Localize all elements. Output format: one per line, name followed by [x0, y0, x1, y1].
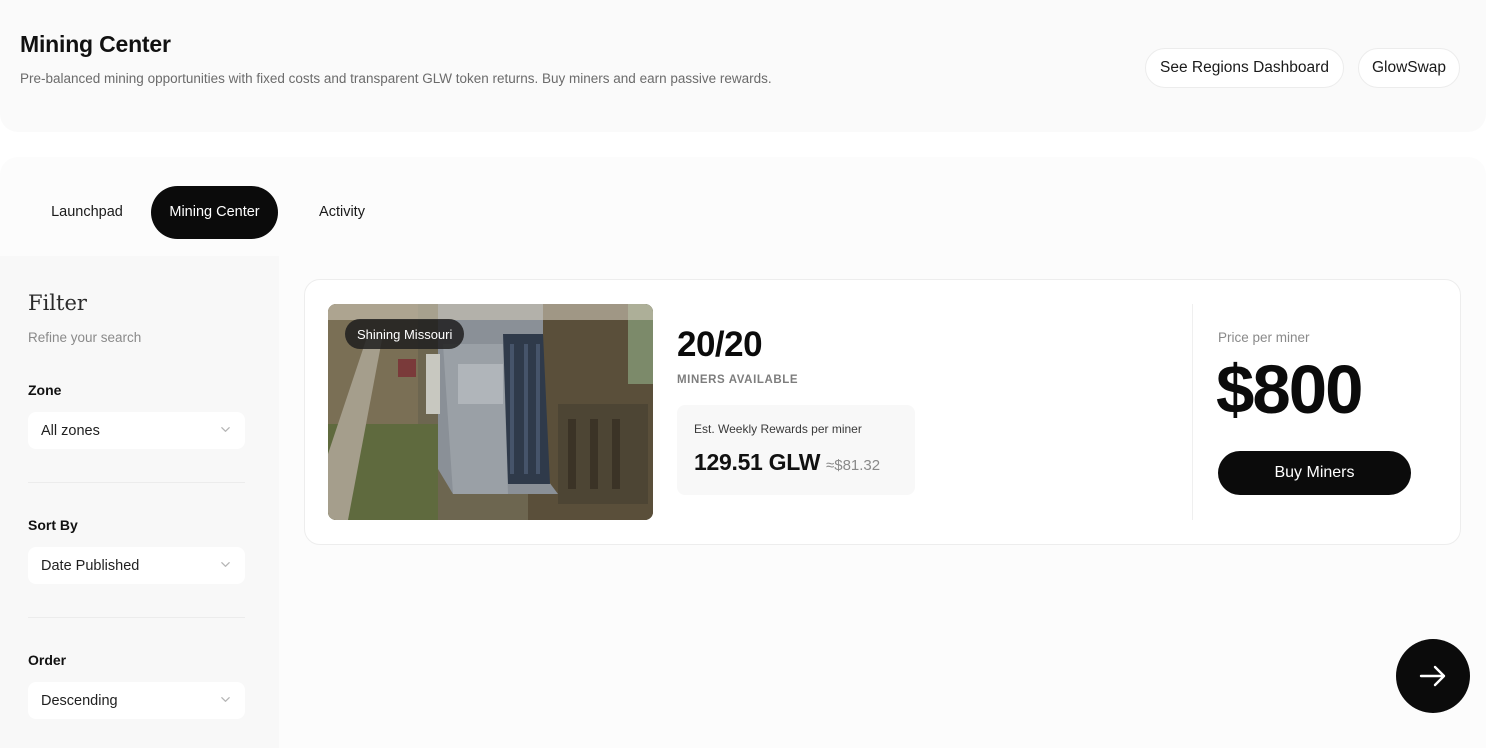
tab-activity[interactable]: Activity — [278, 186, 406, 239]
order-label: Order — [28, 652, 67, 668]
order-select[interactable]: Descending — [28, 682, 245, 719]
filter-divider — [28, 482, 245, 483]
chevron-down-icon — [221, 562, 230, 567]
weekly-rewards-label: Est. Weekly Rewards per miner — [694, 422, 862, 436]
price-value: $800 — [1216, 351, 1363, 428]
filter-divider — [28, 617, 245, 618]
zone-select[interactable]: All zones — [28, 412, 245, 449]
chevron-down-icon — [221, 697, 230, 702]
location-badge: Shining Missouri — [345, 319, 465, 349]
see-regions-dashboard-button[interactable]: See Regions Dashboard — [1145, 48, 1344, 88]
miners-available-count: 20/20 — [677, 325, 763, 364]
tab-launchpad[interactable]: Launchpad — [30, 186, 144, 239]
miners-available-label: MINERS AVAILABLE — [677, 374, 799, 386]
price-label: Price per miner — [1218, 330, 1310, 345]
buy-miners-button[interactable]: Buy Miners — [1218, 451, 1411, 495]
filter-title: Filter — [28, 291, 87, 315]
sort-by-label: Sort By — [28, 517, 78, 533]
weekly-rewards-glw: 129.51 GLW — [694, 449, 821, 475]
sort-by-select-value: Date Published — [41, 557, 140, 574]
page-title: Mining Center — [20, 31, 171, 57]
tab-mining-center[interactable]: Mining Center — [151, 185, 278, 239]
weekly-rewards-usd: ≈$81.32 — [826, 457, 881, 474]
sort-by-select[interactable]: Date Published — [28, 547, 245, 584]
glowswap-button[interactable]: GlowSwap — [1358, 48, 1460, 88]
zone-select-value: All zones — [41, 422, 100, 439]
arrow-right-icon — [1419, 665, 1446, 687]
filter-subtitle: Refine your search — [28, 330, 142, 345]
tab-bar: Launchpad Mining Center Activity — [30, 185, 406, 239]
next-fab-button[interactable] — [1396, 639, 1470, 713]
order-select-value: Descending — [41, 692, 118, 709]
chevron-down-icon — [221, 427, 230, 432]
card-divider — [1192, 304, 1193, 520]
page-description: Pre-balanced mining opportunities with f… — [20, 71, 772, 86]
zone-label: Zone — [28, 382, 62, 398]
